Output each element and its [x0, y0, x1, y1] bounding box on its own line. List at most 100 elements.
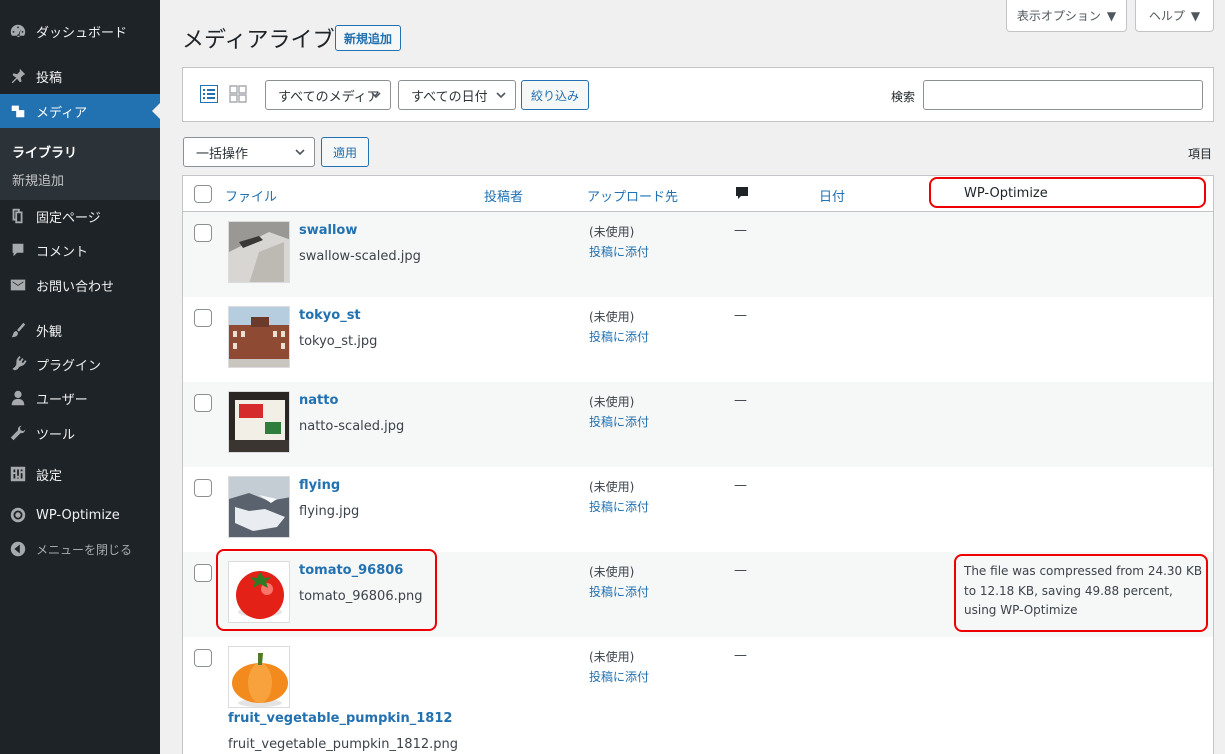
- apply-button[interactable]: 適用: [321, 137, 369, 167]
- sidebar-item-dashboard[interactable]: ダッシュボード: [0, 14, 160, 48]
- date-select[interactable]: すべての日付: [398, 80, 516, 110]
- mail-icon: [0, 276, 36, 294]
- comment-count: —: [734, 223, 747, 238]
- filter-button[interactable]: 絞り込み: [521, 80, 589, 110]
- table-row: flying flying.jpg (未使用) 投稿に添付 —: [183, 467, 1213, 552]
- comment-count: —: [734, 393, 747, 408]
- media-title-link[interactable]: fruit_vegetable_pumpkin_1812: [228, 711, 452, 726]
- chevron-down-icon: [495, 89, 507, 105]
- collapse-icon: [0, 540, 36, 558]
- sidebar-item-appearance[interactable]: 外観: [0, 313, 160, 347]
- sidebar-item-media[interactable]: メディア: [0, 94, 160, 128]
- items-count-label: 項目: [1188, 147, 1213, 161]
- media-filename: tokyo_st.jpg: [299, 334, 378, 349]
- admin-sidebar: ダッシュボード 投稿 メディア ライブラリ 新規追加 固定ページ コメント お問…: [0, 0, 160, 754]
- bulk-action-select[interactable]: 一括操作: [183, 137, 315, 167]
- add-new-button[interactable]: 新規追加: [335, 25, 402, 51]
- sidebar-item-label: プラグイン: [36, 358, 102, 374]
- uploaded-status: (未使用): [589, 480, 635, 494]
- sidebar-collapse-menu[interactable]: メニューを閉じる: [0, 532, 160, 566]
- submenu-library[interactable]: ライブラリ: [12, 142, 77, 161]
- media-title-link[interactable]: swallow: [299, 223, 357, 238]
- user-icon: [0, 389, 36, 407]
- plugin-icon: [0, 355, 36, 373]
- comment-count: —: [734, 308, 747, 323]
- media-thumbnail[interactable]: [228, 646, 290, 708]
- media-list-table: ファイル 投稿者 アップロード先 日付 WP-Optimize swallow …: [182, 175, 1214, 754]
- chevron-down-icon: [370, 89, 382, 105]
- sidebar-item-wp-optimize[interactable]: WP-Optimize: [0, 498, 160, 532]
- comment-count: —: [734, 648, 747, 663]
- attach-link[interactable]: 投稿に添付: [589, 583, 649, 600]
- sidebar-item-comments[interactable]: コメント: [0, 233, 160, 267]
- media-submenu: ライブラリ 新規追加: [0, 128, 160, 200]
- media-title-link[interactable]: flying: [299, 478, 340, 493]
- sidebar-item-users[interactable]: ユーザー: [0, 381, 160, 415]
- media-filename: fruit_vegetable_pumpkin_1812.png: [228, 737, 458, 752]
- media-filename: flying.jpg: [299, 504, 360, 519]
- pin-icon: [0, 67, 36, 85]
- row-checkbox[interactable]: [194, 394, 212, 412]
- sidebar-item-label: 設定: [36, 468, 63, 484]
- help-button[interactable]: ヘルプ ▼: [1135, 0, 1214, 32]
- column-date[interactable]: 日付: [819, 186, 845, 205]
- media-thumbnail[interactable]: [228, 306, 290, 368]
- attach-link[interactable]: 投稿に添付: [589, 413, 649, 430]
- sidebar-item-posts[interactable]: 投稿: [0, 59, 160, 93]
- media-title-link[interactable]: tokyo_st: [299, 308, 361, 323]
- search-label: 検索: [891, 90, 916, 104]
- grid-view-icon[interactable]: [229, 85, 247, 107]
- media-thumbnail[interactable]: [228, 476, 290, 538]
- highlight-wpo-message: [954, 554, 1208, 632]
- list-view-icon[interactable]: [199, 84, 219, 107]
- column-file[interactable]: ファイル: [225, 186, 277, 205]
- sidebar-item-tools[interactable]: ツール: [0, 416, 160, 450]
- table-row: swallow swallow-scaled.jpg (未使用) 投稿に添付 —: [183, 212, 1213, 297]
- attach-link[interactable]: 投稿に添付: [589, 328, 649, 345]
- help-label: ヘルプ: [1148, 9, 1185, 23]
- uploaded-status: (未使用): [589, 310, 635, 324]
- row-checkbox[interactable]: [194, 564, 212, 582]
- submenu-add-new[interactable]: 新規追加: [12, 170, 64, 189]
- media-filename: swallow-scaled.jpg: [299, 249, 421, 264]
- wp-optimize-icon: [0, 506, 36, 524]
- search-input[interactable]: [923, 80, 1203, 110]
- sidebar-item-contact[interactable]: お問い合わせ: [0, 268, 160, 302]
- row-checkbox[interactable]: [194, 309, 212, 327]
- media-title-link[interactable]: natto: [299, 393, 338, 408]
- sidebar-item-label: メディア: [36, 105, 88, 121]
- media-thumbnail[interactable]: [228, 391, 290, 453]
- column-uploaded-to[interactable]: アップロード先: [587, 186, 678, 205]
- sidebar-item-label: 外観: [36, 324, 63, 340]
- row-checkbox[interactable]: [194, 649, 212, 667]
- highlight-tomato-file: [216, 549, 437, 631]
- sidebar-item-label: お問い合わせ: [36, 279, 115, 295]
- sidebar-item-settings[interactable]: 設定: [0, 457, 160, 491]
- attach-link[interactable]: 投稿に添付: [589, 668, 649, 685]
- media-filter-bar: すべてのメディア すべての日付 絞り込み 検索: [182, 67, 1214, 122]
- media-thumbnail[interactable]: [228, 221, 290, 283]
- bulk-action-value: 一括操作: [196, 146, 249, 162]
- attach-link[interactable]: 投稿に添付: [589, 498, 649, 515]
- screen-options-button[interactable]: 表示オプション ▼: [1006, 0, 1127, 32]
- sidebar-item-pages[interactable]: 固定ページ: [0, 199, 160, 233]
- comment-column-icon[interactable]: [734, 185, 750, 205]
- uploaded-status: (未使用): [589, 565, 635, 579]
- comment-icon: [0, 241, 36, 259]
- sidebar-item-label: 投稿: [36, 70, 63, 86]
- comment-count: —: [734, 563, 747, 578]
- row-checkbox[interactable]: [194, 224, 212, 242]
- attach-link[interactable]: 投稿に添付: [589, 243, 649, 260]
- row-checkbox[interactable]: [194, 479, 212, 497]
- chevron-down-icon: [294, 146, 306, 162]
- select-all-checkbox[interactable]: [194, 185, 212, 203]
- media-type-select[interactable]: すべてのメディア: [265, 80, 391, 110]
- sidebar-item-plugins[interactable]: プラグイン: [0, 347, 160, 381]
- uploaded-status: (未使用): [589, 395, 635, 409]
- table-row: tokyo_st tokyo_st.jpg (未使用) 投稿に添付 —: [183, 297, 1213, 382]
- sidebar-item-label: WP-Optimize: [36, 507, 120, 523]
- highlight-wpo-column: [929, 177, 1206, 208]
- page-icon: [0, 207, 36, 225]
- settings-icon: [0, 465, 36, 483]
- column-author[interactable]: 投稿者: [484, 186, 523, 205]
